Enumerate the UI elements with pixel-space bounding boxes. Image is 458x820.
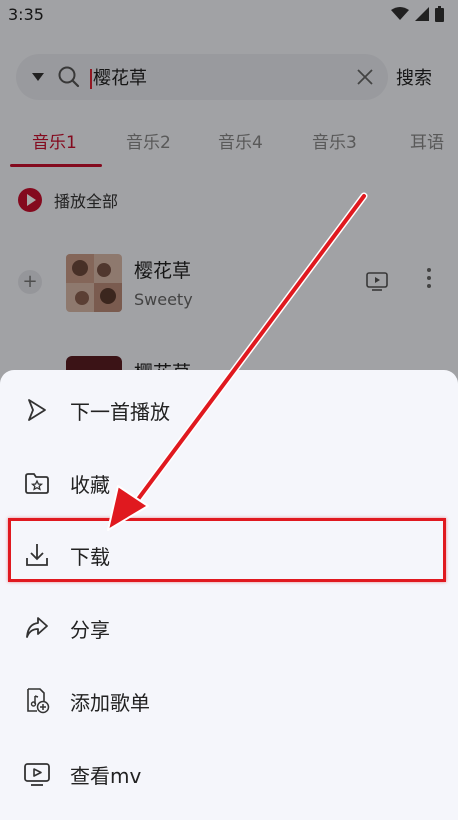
- menu-label: 下一首播放: [70, 399, 170, 424]
- play-next-icon: [28, 399, 46, 421]
- highlight-box: [8, 518, 446, 582]
- menu-label: 添加歌单: [70, 690, 150, 715]
- menu-item-share[interactable]: 分享: [0, 598, 458, 658]
- song-actions-sheet: 下一首播放 收藏 下载 分享 添加歌单 查看mv: [0, 370, 458, 820]
- favorite-folder-icon: [25, 473, 49, 494]
- share-icon: [26, 617, 48, 638]
- menu-item-add-to-playlist[interactable]: 添加歌单: [0, 671, 458, 731]
- menu-item-view-mv[interactable]: 查看mv: [0, 744, 458, 804]
- add-to-playlist-icon: [27, 688, 50, 714]
- menu-item-play-next[interactable]: 下一首播放: [0, 380, 458, 440]
- menu-item-favorite[interactable]: 收藏: [0, 453, 458, 513]
- mv-icon: [24, 763, 50, 786]
- menu-label: 分享: [70, 617, 110, 642]
- menu-label: 查看mv: [70, 763, 142, 788]
- menu-label: 收藏: [70, 472, 110, 497]
